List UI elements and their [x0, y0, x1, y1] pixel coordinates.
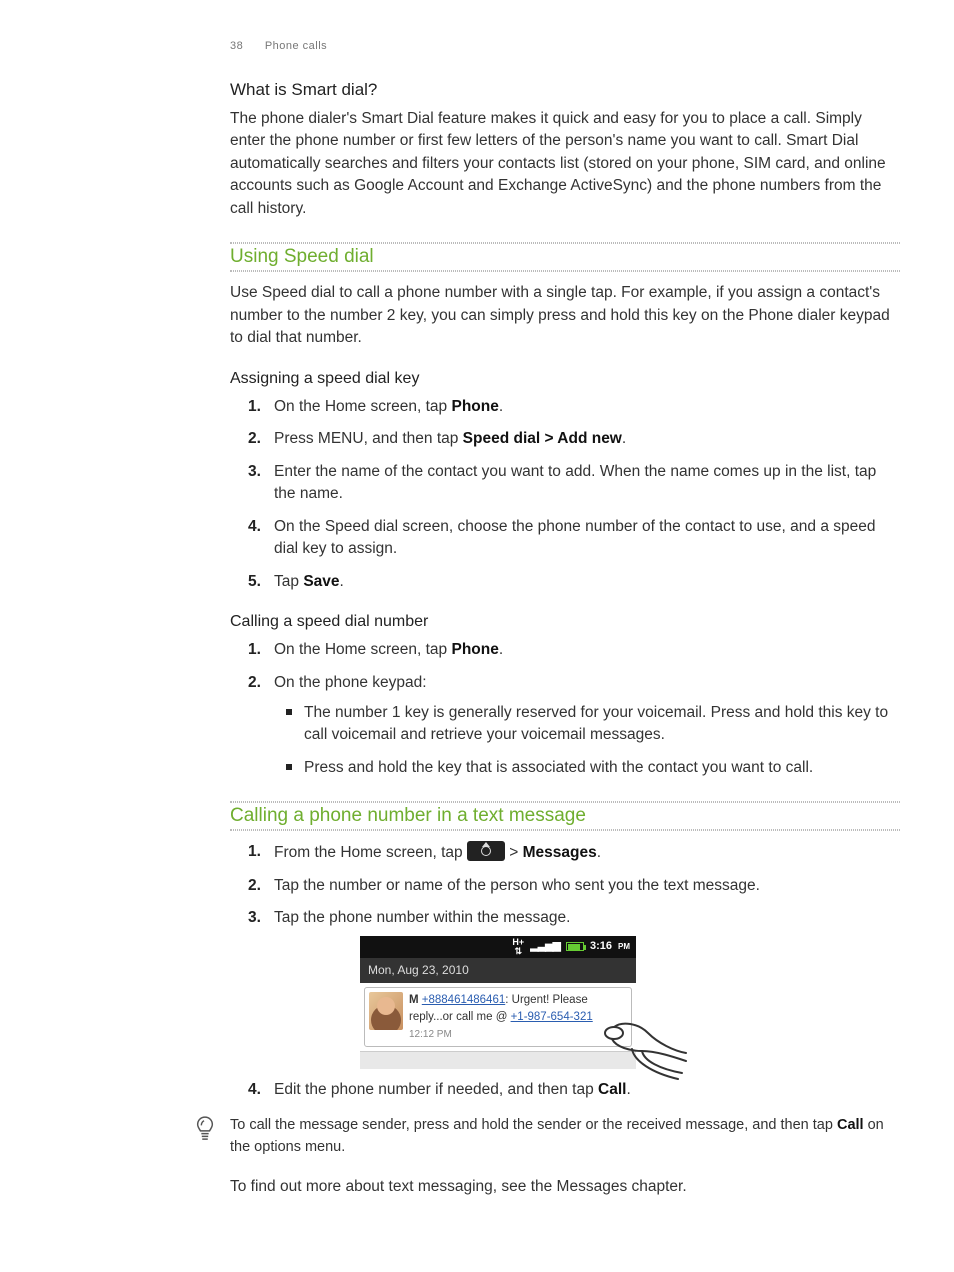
battery-icon: [566, 942, 584, 951]
page-number: 38: [230, 40, 243, 52]
list-item: Enter the name of the contact you want t…: [274, 461, 900, 506]
phone-screenshot: H+⇅ ▂▃▅▆ 3:16PM Mon, Aug 23, 2010 M +888…: [360, 936, 636, 1069]
date-bar: Mon, Aug 23, 2010: [360, 958, 636, 983]
list-item: On the phone keypad: The number 1 key is…: [274, 672, 900, 780]
section-divider: Using Speed dial: [230, 242, 900, 272]
status-bar: H+⇅ ▂▃▅▆ 3:16 PM: [360, 936, 636, 958]
assign-steps-list: On the Home screen, tap Phone. Press MEN…: [230, 396, 900, 593]
speed-dial-intro: Use Speed dial to call a phone number wi…: [230, 282, 900, 349]
keypad-sublist: The number 1 key is generally reserved f…: [274, 702, 900, 779]
list-item: Tap the phone number within the message.…: [274, 907, 900, 1069]
smart-dial-body: The phone dialer's Smart Dial feature ma…: [230, 108, 900, 220]
sender-number-link: +888461486461: [422, 994, 505, 1006]
list-item: Edit the phone number if needed, and the…: [274, 1079, 900, 1101]
text-steps-list: From the Home screen, tap > Messages. Ta…: [230, 841, 900, 1101]
list-item: Press and hold the key that is associate…: [304, 757, 900, 779]
avatar: [369, 992, 403, 1030]
lightbulb-icon: [194, 1115, 216, 1157]
outro-text: To find out more about text messaging, s…: [230, 1176, 900, 1198]
heading-what-is-smart-dial: What is Smart dial?: [230, 80, 900, 100]
list-item: Tap Save.: [274, 571, 900, 593]
list-item: On the Home screen, tap Phone.: [274, 639, 900, 661]
all-apps-icon: [467, 841, 505, 861]
list-item: Press MENU, and then tap Speed dial > Ad…: [274, 428, 900, 450]
page-header: 38 Phone calls: [230, 40, 900, 52]
status-time: 3:16: [590, 939, 612, 955]
heading-using-speed-dial: Using Speed dial: [230, 244, 380, 270]
chapter-title: Phone calls: [265, 40, 327, 52]
heading-assigning-speed-dial: Assigning a speed dial key: [230, 370, 900, 388]
heading-calling-speed-dial: Calling a speed dial number: [230, 613, 900, 631]
phone-number-link: +1-987-654-321: [511, 1011, 593, 1023]
heading-calling-number-in-text: Calling a phone number in a text message: [230, 803, 592, 829]
list-item: The number 1 key is generally reserved f…: [304, 702, 900, 747]
tap-gesture-icon: [582, 1017, 692, 1087]
network-icon: H+⇅: [512, 938, 524, 956]
section-divider: Calling a phone number in a text message: [230, 801, 900, 831]
status-ampm: PM: [618, 941, 630, 953]
list-item: From the Home screen, tap > Messages.: [274, 841, 900, 864]
tip-text: To call the message sender, press and ho…: [230, 1115, 900, 1157]
call-steps-list: On the Home screen, tap Phone. On the ph…: [230, 639, 900, 779]
tip-box: To call the message sender, press and ho…: [194, 1115, 900, 1157]
signal-icon: ▂▃▅▆: [530, 939, 560, 955]
list-item: On the Home screen, tap Phone.: [274, 396, 900, 418]
list-item: Tap the number or name of the person who…: [274, 875, 900, 897]
list-item: On the Speed dial screen, choose the pho…: [274, 516, 900, 561]
